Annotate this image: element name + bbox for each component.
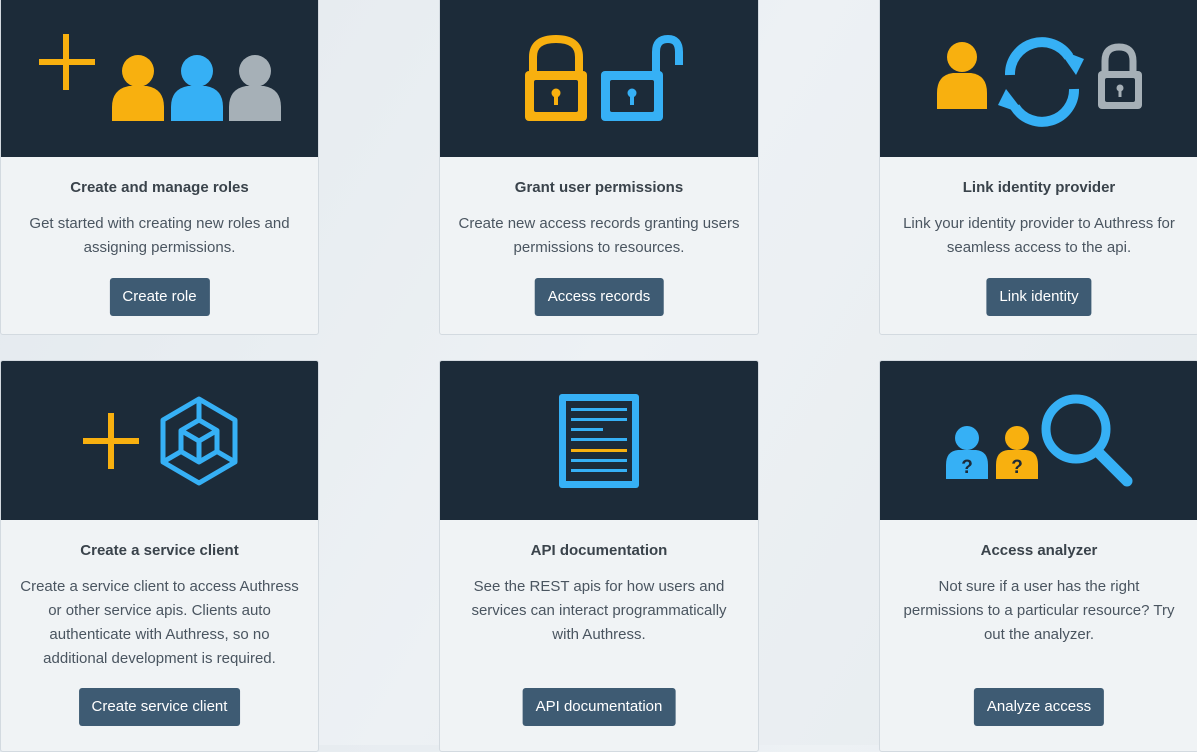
access-records-button[interactable]: Access records (534, 278, 664, 316)
user-orange-icon (937, 42, 987, 109)
analyze-access-button[interactable]: Analyze access (973, 688, 1105, 726)
service-client-illustration (83, 396, 238, 486)
card-title: Create and manage roles (70, 179, 249, 196)
card-access-analyzer: ? ? Access analyzer Not sure if a user h… (879, 360, 1197, 752)
user-question-orange-icon: ? (996, 426, 1038, 479)
link-identity-button[interactable]: Link identity (986, 278, 1092, 316)
user-blue-icon (171, 55, 223, 121)
svg-text:?: ? (1011, 457, 1023, 478)
card-banner (880, 0, 1197, 157)
card-description: Create a service client to access Authre… (20, 578, 299, 667)
card-description: Create new access records granting users… (458, 215, 740, 256)
card-title: Link identity provider (962, 179, 1116, 196)
cube-icon (160, 396, 238, 486)
card-description: Not sure if a user has the right permiss… (903, 578, 1175, 643)
card-title: Access analyzer (980, 542, 1098, 559)
magnifier-icon (1041, 394, 1133, 487)
card-banner (440, 361, 758, 520)
plus-icon (83, 413, 139, 469)
card-description: Get started with creating new roles and … (29, 215, 290, 256)
card-description: See the REST apis for how users and serv… (471, 578, 727, 643)
card-grant-permissions: Grant user permissions Create new access… (439, 0, 759, 335)
plus-icon (39, 34, 95, 90)
card-banner: ? ? (880, 361, 1197, 520)
card-create-roles: Create and manage roles Get started with… (0, 0, 319, 335)
card-title: API documentation (530, 542, 668, 559)
document-icon (559, 394, 639, 488)
analyzer-illustration: ? ? (946, 394, 1133, 487)
lock-gray-icon (1098, 43, 1142, 109)
card-title: Grant user permissions (514, 179, 684, 196)
user-question-blue-icon: ? (946, 426, 988, 479)
sync-icon (998, 37, 1084, 127)
card-banner (1, 0, 318, 157)
card-link-identity: Link identity provider Link your identit… (879, 0, 1197, 335)
card-service-client: Create a service client Create a service… (0, 360, 319, 752)
user-orange-icon (112, 55, 164, 121)
card-api-docs: API documentation See the REST apis for … (439, 360, 759, 752)
lock-open-icon (601, 34, 683, 121)
identity-illustration (937, 37, 1142, 127)
user-gray-icon (229, 55, 281, 121)
card-banner (1, 361, 318, 520)
lock-closed-icon (525, 34, 587, 121)
create-service-client-button[interactable]: Create service client (78, 688, 241, 726)
svg-text:?: ? (961, 457, 973, 478)
card-banner (440, 0, 758, 157)
card-title: Create a service client (80, 542, 239, 559)
api-docs-illustration (559, 394, 639, 488)
card-description: Link your identity provider to Authress … (903, 215, 1175, 256)
api-documentation-button[interactable]: API documentation (522, 688, 676, 726)
locks-illustration (525, 34, 683, 121)
create-role-button[interactable]: Create role (109, 278, 210, 316)
roles-illustration (39, 34, 281, 121)
